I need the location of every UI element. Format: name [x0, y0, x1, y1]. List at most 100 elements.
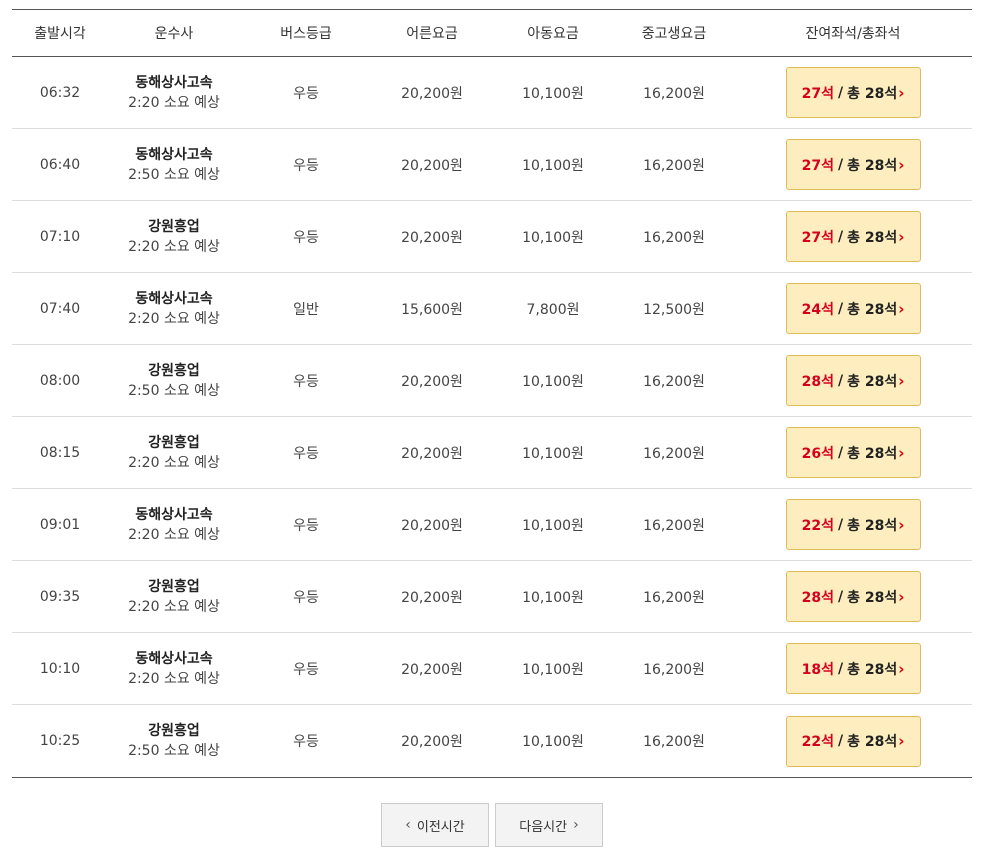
seat-separator: / [837, 733, 844, 749]
bus-grade: 우등 [293, 517, 319, 534]
child-fare: 10,100원 [522, 229, 584, 246]
select-seat-button[interactable]: 28석 / 총 28석 › [785, 355, 921, 406]
total-seats: 총 28석 [847, 229, 898, 246]
next-time-label: 다음시간 [519, 819, 568, 835]
select-seat-button[interactable]: 27석 / 총 28석 › [785, 139, 921, 190]
remaining-seats: 27석 [801, 229, 834, 246]
chevron-right-icon: › [898, 587, 905, 606]
select-seat-button[interactable]: 27석 / 총 28석 › [785, 211, 921, 262]
operator-name: 동해상사고속 [135, 506, 213, 523]
teen-fare: 16,200원 [643, 734, 705, 750]
seat-cell: 22석 / 총 28석 › [734, 499, 972, 550]
seat-cell: 24석 / 총 28석 › [734, 283, 972, 334]
departure-time: 08:15 [39, 444, 81, 461]
operator-cell: 강원흥업 2:20 소요 예상 [108, 217, 240, 257]
header-departure-time: 출발시각 [34, 26, 86, 42]
expected-duration: 2:20 소요 예상 [128, 670, 220, 687]
seat-separator: / [837, 660, 844, 677]
expected-duration: 2:50 소요 예상 [128, 166, 220, 183]
seat-separator: / [837, 516, 844, 533]
select-seat-button[interactable]: 18석 / 총 28석 › [785, 643, 921, 694]
total-seats: 총 28석 [847, 589, 898, 606]
bus-grade: 우등 [293, 445, 319, 462]
operator-cell: 동해상사고속 2:20 소요 예상 [108, 289, 240, 329]
header-operator: 운수사 [154, 26, 194, 42]
chevron-right-icon: › [573, 817, 579, 833]
adult-fare: 20,200원 [401, 517, 463, 534]
previous-time-button[interactable]: ‹ 이전시간 [381, 803, 489, 847]
expected-duration: 2:20 소요 예상 [128, 94, 220, 111]
seat-cell: 26석 / 총 28석 › [734, 427, 972, 478]
select-seat-button[interactable]: 24석 / 총 28석 › [785, 283, 921, 334]
chevron-right-icon: › [898, 83, 905, 102]
bus-grade: 우등 [293, 229, 319, 246]
operator-name: 동해상사고속 [135, 146, 213, 163]
child-fare: 10,100원 [522, 661, 584, 678]
operator-name: 강원흥업 [148, 434, 200, 451]
child-fare: 10,100원 [522, 85, 584, 102]
seat-cell: 22석 / 총 28석 › [734, 715, 972, 767]
chevron-right-icon: › [898, 155, 905, 174]
remaining-seats: 18석 [801, 661, 834, 678]
remaining-seats: 28석 [801, 373, 834, 390]
chevron-right-icon: › [898, 732, 905, 750]
operator-name: 동해상사고속 [135, 290, 213, 307]
chevron-left-icon: ‹ [405, 817, 411, 833]
adult-fare: 20,200원 [401, 229, 463, 246]
schedule-table: 출발시각 운수사 버스등급 어른요금 아동요금 중고생요금 잔여좌석/총좌석 0… [12, 9, 972, 778]
seat-separator: / [837, 84, 844, 101]
chevron-right-icon: › [898, 227, 905, 246]
adult-fare: 20,200원 [401, 734, 463, 750]
departure-time: 08:00 [39, 372, 81, 389]
teen-fare: 16,200원 [643, 517, 705, 534]
header-bus-grade: 버스등급 [280, 26, 332, 42]
total-seats: 총 28석 [847, 157, 898, 174]
seat-cell: 27석 / 총 28석 › [734, 67, 972, 118]
child-fare: 10,100원 [522, 589, 584, 606]
expected-duration: 2:20 소요 예상 [128, 454, 220, 471]
select-seat-button[interactable]: 28석 / 총 28석 › [785, 571, 921, 622]
previous-time-label: 이전시간 [416, 819, 465, 835]
table-row: 09:01 동해상사고속 2:20 소요 예상 우등 20,200원 10,100원 16,… [12, 489, 972, 561]
operator-cell: 강원흥업 2:20 소요 예상 [108, 433, 240, 473]
table-body: 06:32 동해상사고속 2:20 소요 예상 우등 20,200원 10,100원 16,… [12, 57, 972, 777]
operator-name: 동해상사고속 [135, 650, 213, 667]
seat-cell: 18석 / 총 28석 › [734, 643, 972, 694]
expected-duration: 2:20 소요 예상 [128, 598, 220, 615]
operator-cell: 동해상사고속 2:20 소요 예상 [108, 73, 240, 113]
table-row: 08:15 강원흥업 2:20 소요 예상 우등 20,200원 10,100원 16,20… [12, 417, 972, 489]
departure-time: 09:35 [39, 588, 81, 605]
total-seats: 총 28석 [847, 517, 898, 534]
next-time-button[interactable]: 다음시간 › [495, 803, 603, 847]
chevron-right-icon: › [898, 371, 905, 390]
table-header: 출발시각 운수사 버스등급 어른요금 아동요금 중고생요금 잔여좌석/총좌석 [12, 10, 972, 57]
table-row: 06:40 동해상사고속 2:50 소요 예상 우등 20,200원 10,100원 16,… [12, 129, 972, 201]
total-seats: 총 28석 [847, 301, 898, 318]
adult-fare: 20,200원 [401, 85, 463, 102]
select-seat-button[interactable]: 22석 / 총 28석 › [785, 499, 921, 550]
adult-fare: 20,200원 [401, 445, 463, 462]
departure-time: 07:10 [39, 228, 81, 245]
bus-grade: 우등 [293, 85, 319, 102]
chevron-right-icon: › [898, 443, 905, 462]
teen-fare: 16,200원 [643, 445, 705, 462]
bus-grade: 우등 [293, 157, 319, 174]
teen-fare: 12,500원 [643, 301, 705, 318]
remaining-seats: 22석 [801, 517, 834, 534]
expected-duration: 2:50 소요 예상 [128, 743, 220, 759]
operator-name: 강원흥업 [148, 578, 200, 595]
total-seats: 총 28석 [847, 373, 898, 390]
seat-separator: / [837, 156, 844, 173]
table-row: 07:10 강원흥업 2:20 소요 예상 우등 20,200원 10,100원 16,20… [12, 201, 972, 273]
total-seats: 총 28석 [847, 661, 898, 678]
child-fare: 7,800원 [526, 301, 580, 318]
child-fare: 10,100원 [522, 517, 584, 534]
select-seat-button[interactable]: 22석 / 총 28석 › [785, 715, 921, 767]
departure-time: 10:10 [39, 660, 81, 677]
select-seat-button[interactable]: 26석 / 총 28석 › [785, 427, 921, 478]
table-row: 10:10 동해상사고속 2:20 소요 예상 우등 20,200원 10,100원 16,… [12, 633, 972, 705]
header-teen-fare: 중고생요금 [641, 26, 707, 42]
seat-cell: 27석 / 총 28석 › [734, 211, 972, 262]
table-row: 10:25 강원흥업 2:50 소요 예상 우등 20,200원 10,100원 16,20… [12, 705, 972, 777]
select-seat-button[interactable]: 27석 / 총 28석 › [785, 67, 921, 118]
